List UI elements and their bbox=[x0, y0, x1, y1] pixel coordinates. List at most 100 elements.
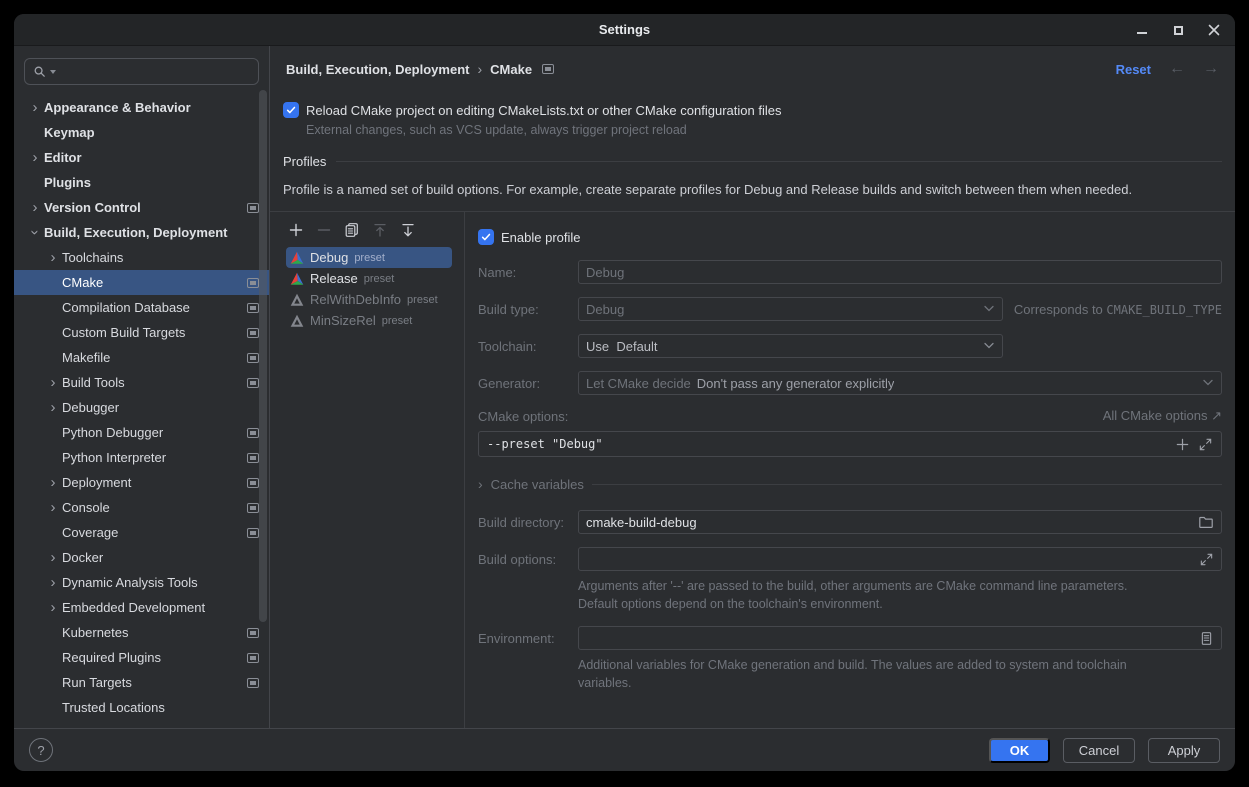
maximize-button[interactable] bbox=[1171, 23, 1185, 37]
move-up-button[interactable] bbox=[371, 221, 389, 239]
profile-item-minsizerel[interactable]: MinSizeRelpreset bbox=[286, 310, 452, 331]
sidebar-item-coverage[interactable]: Coverage bbox=[14, 520, 269, 545]
sidebar-item-build-execution-deployment[interactable]: ›Build, Execution, Deployment bbox=[14, 220, 269, 245]
cmake-logo-disabled-icon bbox=[290, 293, 304, 307]
sidebar-item-label: Keymap bbox=[44, 125, 95, 140]
build-options-field[interactable] bbox=[578, 547, 1222, 571]
sidebar-item-plugins[interactable]: Plugins bbox=[14, 170, 269, 195]
close-icon bbox=[1208, 24, 1220, 36]
window-controls bbox=[1135, 14, 1221, 46]
enable-profile-checkbox[interactable] bbox=[478, 229, 494, 245]
chevron-right-icon[interactable]: › bbox=[26, 200, 44, 215]
header-bar: Build, Execution, Deployment › CMake Res… bbox=[270, 46, 1235, 92]
sidebar-item-debugger[interactable]: ›Debugger bbox=[14, 395, 269, 420]
profile-suffix: preset bbox=[407, 294, 438, 306]
profile-item-release[interactable]: Releasepreset bbox=[286, 268, 452, 289]
sidebar-item-label: Debugger bbox=[62, 400, 119, 415]
profile-name: RelWithDebInfo bbox=[310, 292, 401, 307]
apply-button[interactable]: Apply bbox=[1148, 738, 1220, 763]
name-label: Name: bbox=[478, 265, 578, 280]
chevron-right-icon[interactable]: › bbox=[44, 575, 62, 590]
chevron-right-icon[interactable]: › bbox=[44, 375, 62, 390]
generator-select[interactable]: Let CMake decide Don't pass any generato… bbox=[578, 371, 1222, 395]
sidebar-item-label: Trusted Locations bbox=[62, 700, 165, 715]
reset-link[interactable]: Reset bbox=[1116, 62, 1151, 77]
cancel-button[interactable]: Cancel bbox=[1063, 738, 1135, 763]
ok-button[interactable]: OK bbox=[989, 738, 1050, 763]
sidebar-item-makefile[interactable]: Makefile bbox=[14, 345, 269, 370]
sidebar-item-compilation-database[interactable]: Compilation Database bbox=[14, 295, 269, 320]
sidebar-item-required-plugins[interactable]: Required Plugins bbox=[14, 645, 269, 670]
chevron-right-icon[interactable]: › bbox=[44, 550, 62, 565]
sidebar-item-console[interactable]: ›Console bbox=[14, 495, 269, 520]
all-cmake-options-link[interactable]: All CMake options ↗ bbox=[1103, 408, 1222, 424]
variables-list-icon[interactable] bbox=[1199, 631, 1214, 646]
help-button[interactable]: ? bbox=[29, 738, 53, 762]
cache-variables-section[interactable]: › Cache variables bbox=[478, 476, 1222, 492]
search-input[interactable] bbox=[58, 64, 250, 79]
sidebar-item-run-targets[interactable]: Run Targets bbox=[14, 670, 269, 695]
sidebar-item-keymap[interactable]: Keymap bbox=[14, 120, 269, 145]
sidebar-item-docker[interactable]: ›Docker bbox=[14, 545, 269, 570]
environment-help: Additional variables for CMake generatio… bbox=[578, 656, 1222, 692]
move-down-button[interactable] bbox=[399, 221, 417, 239]
build-directory-value: cmake-build-debug bbox=[586, 515, 697, 530]
cmake-options-field[interactable]: --preset "Debug" bbox=[478, 431, 1222, 457]
sidebar-item-python-debugger[interactable]: Python Debugger bbox=[14, 420, 269, 445]
chevron-right-icon[interactable]: › bbox=[26, 150, 44, 165]
chevron-right-icon[interactable]: › bbox=[44, 500, 62, 515]
sidebar-item-label: Python Debugger bbox=[62, 425, 163, 440]
minimize-button[interactable] bbox=[1135, 23, 1149, 37]
sidebar-item-python-interpreter[interactable]: Python Interpreter bbox=[14, 445, 269, 470]
chevron-right-icon[interactable]: › bbox=[44, 400, 62, 415]
sidebar-item-dynamic-analysis-tools[interactable]: ›Dynamic Analysis Tools bbox=[14, 570, 269, 595]
expand-icon[interactable] bbox=[1198, 437, 1213, 452]
back-arrow-icon[interactable]: ← bbox=[1169, 60, 1185, 78]
breadcrumb: Build, Execution, Deployment › CMake bbox=[286, 61, 554, 77]
sidebar-item-build-tools[interactable]: ›Build Tools bbox=[14, 370, 269, 395]
minimize-icon bbox=[1137, 32, 1147, 34]
expand-icon[interactable] bbox=[1199, 552, 1214, 567]
build-directory-field[interactable]: cmake-build-debug bbox=[578, 510, 1222, 534]
cmake-logo-disabled-icon bbox=[290, 314, 304, 328]
sidebar-item-cmake[interactable]: CMake bbox=[14, 270, 269, 295]
checkmark-icon bbox=[480, 231, 492, 243]
sidebar-item-trusted-locations[interactable]: Trusted Locations bbox=[14, 695, 269, 720]
sidebar-item-editor[interactable]: ›Editor bbox=[14, 145, 269, 170]
sidebar-item-kubernetes[interactable]: Kubernetes bbox=[14, 620, 269, 645]
forward-arrow-icon[interactable]: → bbox=[1203, 60, 1219, 78]
build-type-select[interactable]: Debug bbox=[578, 297, 1003, 321]
remove-profile-button[interactable] bbox=[315, 221, 333, 239]
reload-cmake-checkbox[interactable] bbox=[283, 102, 299, 118]
chevron-right-icon[interactable]: › bbox=[44, 600, 62, 615]
chevron-right-icon[interactable]: › bbox=[44, 475, 62, 490]
sidebar-item-toolchains[interactable]: ›Toolchains bbox=[14, 245, 269, 270]
copy-profile-button[interactable] bbox=[343, 221, 361, 239]
add-profile-button[interactable] bbox=[287, 221, 305, 239]
sidebar-item-label: Coverage bbox=[62, 525, 118, 540]
sidebar-item-label: Required Plugins bbox=[62, 650, 161, 665]
sidebar-item-label: Embedded Development bbox=[62, 600, 205, 615]
close-button[interactable] bbox=[1207, 23, 1221, 37]
breadcrumb-section[interactable]: Build, Execution, Deployment bbox=[286, 62, 469, 77]
profiles-section-header: Profiles bbox=[283, 154, 1222, 169]
add-option-icon[interactable] bbox=[1175, 437, 1190, 452]
sidebar-item-label: Build, Execution, Deployment bbox=[44, 225, 227, 240]
chevron-down-icon[interactable]: › bbox=[28, 224, 43, 242]
sidebar-item-embedded-development[interactable]: ›Embedded Development bbox=[14, 595, 269, 620]
folder-icon[interactable] bbox=[1198, 514, 1214, 530]
name-field[interactable]: Debug bbox=[578, 260, 1222, 284]
settings-sidebar: ›Appearance & Behavior Keymap ›EditorPlugi… bbox=[14, 46, 270, 728]
profile-item-relwithdebinfo[interactable]: RelWithDebInfo preset bbox=[286, 289, 452, 310]
sidebar-scrollbar[interactable] bbox=[259, 90, 267, 622]
sidebar-item-deployment[interactable]: ›Deployment bbox=[14, 470, 269, 495]
chevron-right-icon[interactable]: › bbox=[26, 100, 44, 115]
sidebar-item-appearance-behavior[interactable]: ›Appearance & Behavior bbox=[14, 95, 269, 120]
sidebar-item-version-control[interactable]: ›Version Control bbox=[14, 195, 269, 220]
settings-search[interactable] bbox=[24, 58, 259, 85]
profile-item-debug[interactable]: Debugpreset bbox=[286, 247, 452, 268]
environment-field[interactable] bbox=[578, 626, 1222, 650]
chevron-right-icon[interactable]: › bbox=[44, 250, 62, 265]
toolchain-select[interactable]: Use Default bbox=[578, 334, 1003, 358]
sidebar-item-custom-build-targets[interactable]: Custom Build Targets bbox=[14, 320, 269, 345]
